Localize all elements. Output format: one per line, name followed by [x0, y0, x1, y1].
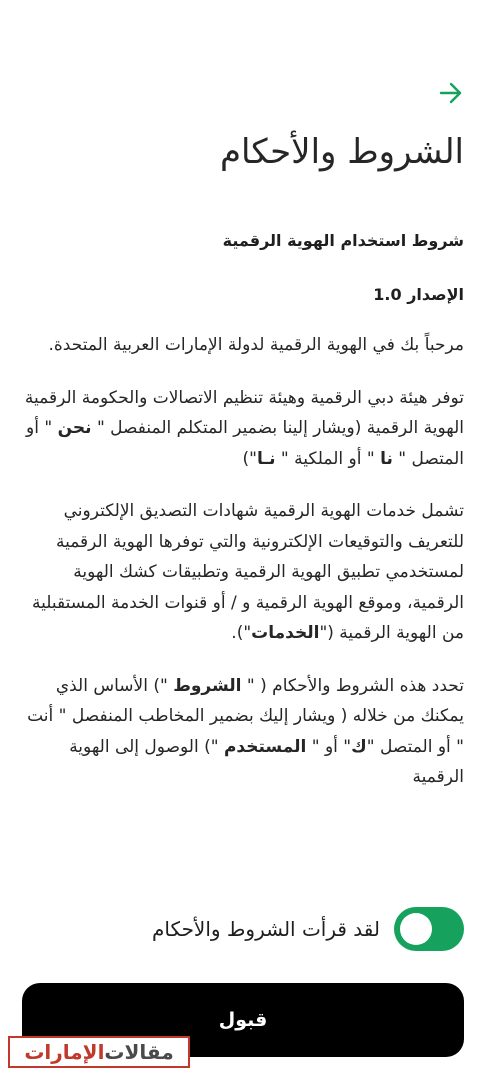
consent-label: لقد قرأت الشروط والأحكام — [152, 917, 380, 941]
watermark-text: مقالات — [104, 1040, 174, 1064]
back-button[interactable] — [436, 78, 466, 108]
consent-row: لقد قرأت الشروط والأحكام — [22, 903, 464, 955]
page-title: الشروط والأحكام — [219, 132, 464, 172]
toggle-knob — [400, 913, 432, 945]
text-run: "). — [231, 623, 252, 643]
terms-version: الإصدار 1.0 — [373, 285, 464, 304]
consent-toggle[interactable] — [394, 907, 464, 951]
text-run: تحدد هذه الشروط والأحكام ( " — [241, 675, 464, 696]
bold-term: الشروط — [173, 675, 242, 696]
terms-heading: شروط استخدام الهوية الرقمية — [222, 231, 464, 250]
terms-paragraph-definitions: تحدد هذه الشروط والأحكام ( " الشروط ") ا… — [22, 671, 464, 793]
text-run: تشمل خدمات الهوية الرقمية شهادات التصديق… — [31, 501, 464, 643]
watermark-accent-text: الإمارات — [24, 1040, 105, 1064]
bold-term: نـا — [256, 448, 276, 469]
text-run: ") — [242, 448, 257, 469]
terms-paragraph-providers: توفر هيئة دبي الرقمية وهيئة تنظيم الاتصا… — [22, 383, 464, 475]
terms-paragraph-welcome: مرحباً بك في الهوية الرقمية لدولة الإمار… — [48, 335, 464, 355]
terms-paragraph-services: تشمل خدمات الهوية الرقمية شهادات التصديق… — [22, 496, 464, 649]
watermark-logo: مقالات الإمارات — [8, 1036, 190, 1068]
arrow-right-icon — [439, 82, 462, 104]
terms-scroll-area[interactable]: شروط استخدام الهوية الرقمية الإصدار 1.0 … — [22, 220, 464, 876]
text-run: " أو " — [306, 736, 352, 757]
bold-term: الخدمات — [251, 623, 320, 643]
bold-term: نا — [380, 448, 393, 469]
text-run: توفر هيئة دبي الرقمية وهيئة تنظيم الاتصا… — [24, 387, 464, 439]
bold-term: ك — [351, 736, 367, 757]
bold-term: نحن — [57, 418, 92, 438]
bold-term: المستخدم — [223, 736, 307, 757]
text-run: " أو الملكية " — [275, 448, 381, 469]
